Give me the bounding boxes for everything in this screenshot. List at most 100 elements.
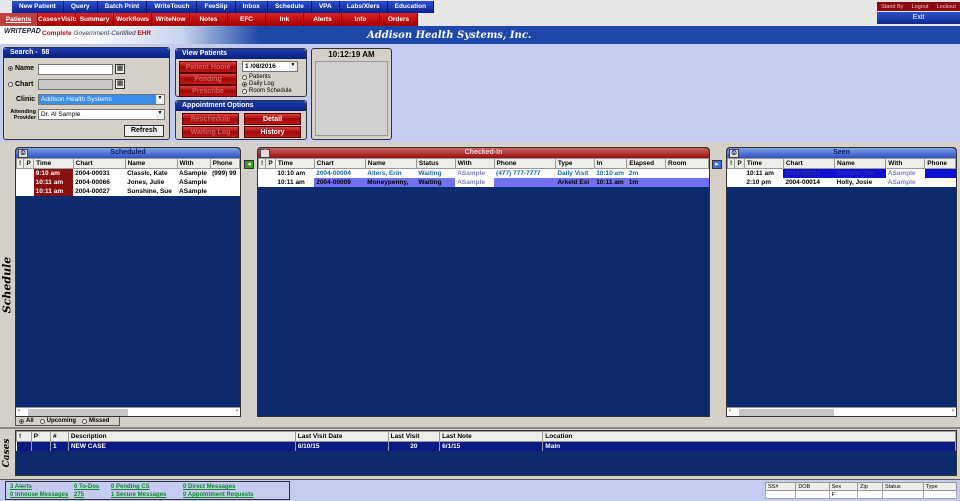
column-header[interactable]: P — [734, 158, 745, 169]
tab-efc[interactable]: EFC — [228, 13, 266, 26]
alerts-link[interactable]: 3 Alerts — [10, 484, 32, 490]
table-row[interactable]: 10:11 am 2004-00009 Moneypenny, Waiting ASam… — [259, 177, 709, 187]
column-header[interactable]: With — [176, 158, 211, 169]
column-header[interactable]: Time — [743, 158, 784, 169]
column-header[interactable]: Time — [274, 158, 315, 169]
column-header[interactable]: ! — [257, 158, 267, 169]
name-input[interactable] — [38, 64, 113, 75]
column-header[interactable]: In — [593, 158, 628, 169]
todos-link[interactable]: 0 To-Dos — [74, 484, 99, 490]
printer-icon[interactable]: ⎙ — [18, 149, 28, 158]
column-header[interactable]: Type — [554, 158, 595, 169]
menu-query[interactable]: Query — [63, 1, 98, 13]
column-header[interactable]: Last Visit — [387, 431, 441, 442]
standby-button[interactable]: Stand By — [881, 4, 903, 10]
name-lookup-icon[interactable]: ▦ — [115, 64, 125, 74]
tab-cases-visits[interactable]: Cases+Visits — [38, 13, 78, 26]
pending-cs-link[interactable]: 0 Pending CS — [111, 484, 150, 490]
history-button[interactable]: History — [244, 126, 301, 138]
filter-upcoming[interactable]: Upcoming — [39, 417, 76, 425]
column-header[interactable]: Last Note — [439, 431, 544, 442]
column-header[interactable]: ! — [726, 158, 736, 169]
table-row[interactable]: 10:11 am 2004-00066 Jones, Julie ASample — [17, 177, 240, 187]
date-picker[interactable]: 1 /08/2016 ▼ — [242, 61, 298, 72]
name-radio[interactable]: Name — [8, 65, 34, 72]
provider-select[interactable]: Dr. Al Sample ▼ — [38, 109, 165, 120]
table-row[interactable]: 10:10 am 2004-00004 Allers, Erin Waiting ASa… — [259, 169, 709, 178]
printer-icon[interactable]: ⎙ — [729, 149, 739, 158]
count-link[interactable]: 275 — [74, 492, 84, 498]
column-header[interactable]: Location — [542, 431, 956, 442]
detail-button[interactable]: Detail — [244, 113, 301, 125]
lockout-button[interactable]: Lockout — [937, 4, 956, 10]
column-header[interactable]: Name — [364, 158, 417, 169]
patient-home-button[interactable]: Patient Home — [179, 61, 237, 73]
horizontal-scrollbar[interactable]: ‹ › — [16, 407, 240, 416]
scroll-left-icon[interactable]: ‹ — [18, 408, 20, 414]
column-header[interactable]: P — [30, 431, 52, 442]
column-header[interactable]: With — [885, 158, 926, 169]
column-header[interactable]: ! — [15, 158, 25, 169]
column-header[interactable]: Chart — [313, 158, 366, 169]
radio-room-schedule[interactable]: Room Schedule — [242, 88, 292, 94]
column-header[interactable]: P — [23, 158, 35, 169]
column-header[interactable]: # — [50, 431, 69, 442]
table-row[interactable]: 1 NEW CASE 6/10/15 20 6/1/15 Main — [16, 441, 956, 451]
tab-alerts[interactable]: Alerts — [304, 13, 342, 26]
column-header[interactable]: With — [454, 158, 495, 169]
scroll-right-icon[interactable]: › — [236, 408, 238, 414]
check-in-arrow-button[interactable]: ◂ — [244, 160, 254, 169]
menu-schedule[interactable]: Schedule — [267, 1, 312, 13]
column-header[interactable]: Status — [415, 158, 456, 169]
refresh-button[interactable]: Refresh — [124, 125, 164, 137]
column-header[interactable]: Phone — [493, 158, 556, 169]
table-row[interactable]: 10:11 am 2004-00027 Sunshine, Sue ASample — [17, 186, 240, 196]
menu-inbox[interactable]: Inbox — [235, 1, 268, 13]
scroll-left-icon[interactable]: ‹ — [729, 408, 731, 414]
tab-notes[interactable]: Notes — [190, 13, 228, 26]
column-header[interactable]: Name — [124, 158, 178, 169]
column-header[interactable]: Chart — [72, 158, 126, 169]
menu-batch-print[interactable]: Batch Print — [97, 1, 148, 13]
radio-patients[interactable]: Patients — [242, 74, 271, 80]
reschedule-button[interactable]: Reschedule — [182, 113, 239, 125]
inhouse-messages-link[interactable]: 0 Inhouse Messages — [10, 492, 68, 498]
pending-button[interactable]: Pending — [179, 73, 237, 85]
column-header[interactable]: Room — [665, 158, 709, 169]
radio-daily-log[interactable]: Daily Log — [242, 81, 274, 87]
column-header[interactable]: Name — [834, 158, 887, 169]
logout-button[interactable]: Logout — [912, 4, 929, 10]
menu-vpa[interactable]: VPA — [311, 1, 340, 13]
printer-icon[interactable]: ⎙ — [260, 149, 270, 158]
menu-feeslip[interactable]: FeeSlip — [197, 1, 236, 13]
column-header[interactable]: Description — [67, 431, 296, 442]
seen-arrow-button[interactable]: ▸ — [712, 160, 722, 169]
prescribe-button[interactable]: Prescribe — [179, 85, 237, 97]
direct-messages-link[interactable]: 0 Direct Messages — [183, 484, 235, 490]
column-header[interactable]: P — [265, 158, 276, 169]
chart-lookup-icon[interactable]: ▦ — [115, 79, 125, 89]
table-row[interactable]: 9:10 am 2004-00031 Classic, Kate ASample (99… — [17, 168, 240, 178]
tab-patients[interactable]: Patients — [0, 13, 38, 26]
column-header[interactable]: Elapsed — [626, 158, 667, 169]
waiting-log-button[interactable]: Waiting Log — [182, 126, 239, 138]
menu-writetouch[interactable]: WriteTouch — [147, 1, 198, 13]
tab-summary[interactable]: Summary — [76, 13, 114, 26]
tab-info[interactable]: Info — [342, 13, 380, 26]
filter-missed[interactable]: Missed — [82, 417, 109, 425]
scroll-right-icon[interactable]: › — [952, 408, 954, 414]
tab-orders[interactable]: Orders — [380, 13, 418, 26]
filter-all[interactable]: All — [19, 417, 34, 425]
column-header[interactable]: Phone — [924, 158, 956, 169]
tab-ink[interactable]: Ink — [266, 13, 304, 26]
column-header[interactable]: Time — [33, 158, 74, 169]
chart-radio[interactable]: Chart — [8, 81, 33, 88]
menu-new-patient[interactable]: New Patient — [12, 1, 64, 13]
exit-button[interactable]: Exit — [877, 12, 960, 24]
table-row[interactable]: 10:11 am 2004-00024 Sample, Joe ASample — [728, 168, 956, 178]
column-header[interactable]: Phone — [209, 158, 241, 169]
tab-writenow[interactable]: WriteNow — [152, 13, 190, 26]
column-header[interactable]: ! — [16, 431, 32, 442]
tab-workflows[interactable]: Workflows — [114, 13, 152, 26]
clinic-select[interactable]: Addison Health Systems ▼ — [38, 94, 165, 105]
